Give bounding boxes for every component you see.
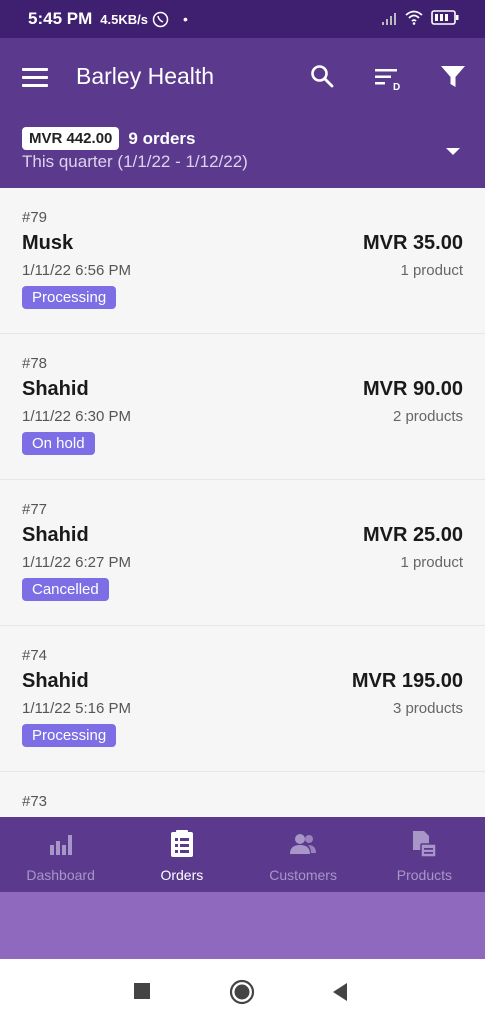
system-nav-bar: [0, 959, 485, 1024]
order-total: MVR 35.00: [362, 232, 463, 254]
back-icon[interactable]: [328, 980, 352, 1004]
status-time: 5:45 PM: [28, 9, 93, 28]
status-bar: 5:45 PM 4.5KB/s •: [0, 0, 485, 38]
order-total: MVR 195.00: [351, 670, 463, 692]
nav-label: Customers: [269, 867, 337, 883]
app-bar: Barley Health D MVR 442.00 9 orders This…: [0, 38, 485, 188]
nav-dashboard[interactable]: Dashboard: [0, 817, 121, 892]
status-badge: Cancelled: [22, 578, 109, 601]
battery-icon: [431, 10, 459, 30]
order-list-item[interactable]: #79 Musk 1/11/22 6:56 PM Processing MVR …: [0, 188, 485, 334]
bottom-band: [0, 892, 485, 959]
total-amount-chip: MVR 442.00: [22, 127, 120, 150]
order-list-item[interactable]: #73: [0, 772, 485, 817]
order-number: #77: [22, 501, 48, 518]
order-number: #73: [22, 793, 48, 810]
order-total: MVR 25.00: [362, 524, 463, 546]
search-icon[interactable]: [305, 59, 339, 93]
order-list-item[interactable]: #78 Shahid 1/11/22 6:30 PM On hold MVR 9…: [0, 334, 485, 480]
product-count: 2 products: [392, 408, 463, 425]
nav-label: Orders: [160, 867, 204, 883]
status-badge: Processing: [22, 724, 117, 747]
order-date: 1/11/22 6:56 PM: [22, 262, 131, 279]
order-date: 1/11/22 5:16 PM: [22, 700, 131, 717]
product-count: 1 product: [400, 554, 463, 571]
nav-orders[interactable]: Orders: [121, 817, 242, 892]
recents-icon[interactable]: [130, 979, 154, 1003]
status-badge: On hold: [22, 432, 95, 455]
wifi-icon: [404, 10, 424, 30]
nav-label: Products: [396, 867, 452, 883]
svg-text:D: D: [393, 82, 400, 91]
order-list[interactable]: #79 Musk 1/11/22 6:56 PM Processing MVR …: [0, 188, 485, 817]
order-date: 1/11/22 6:27 PM: [22, 554, 131, 571]
order-total: MVR 90.00: [362, 378, 463, 400]
customer-name: Shahid: [22, 378, 89, 400]
signal-icon: [381, 11, 397, 30]
nav-label: Dashboard: [26, 867, 95, 883]
bar-chart-icon: [48, 829, 74, 859]
order-number: #78: [22, 355, 48, 372]
notification-dot: •: [182, 11, 188, 27]
nav-customers[interactable]: Customers: [243, 817, 364, 892]
order-count: 9 orders: [128, 128, 196, 148]
products-icon: [411, 829, 438, 859]
order-number: #74: [22, 647, 48, 664]
date-range: This quarter (1/1/22 - 1/12/22): [22, 152, 248, 171]
nav-products[interactable]: Products: [364, 817, 485, 892]
product-count: 3 products: [392, 700, 463, 717]
order-number: #79: [22, 209, 48, 226]
filter-icon[interactable]: [436, 59, 470, 93]
order-list-item[interactable]: #77 Shahid 1/11/22 6:27 PM Cancelled MVR…: [0, 480, 485, 626]
status-icons: [381, 10, 459, 30]
network-speed: 4.5KB/s: [100, 11, 148, 27]
menu-icon[interactable]: [22, 62, 54, 92]
order-list-item[interactable]: #74 Shahid 1/11/22 5:16 PM Processing MV…: [0, 626, 485, 772]
app-title: Barley Health: [76, 63, 215, 89]
customer-name: Shahid: [22, 524, 89, 546]
bottom-nav: Dashboard Orders Customers Products: [0, 817, 485, 892]
summary-row: MVR 442.00 9 orders: [22, 127, 195, 150]
customer-name: Shahid: [22, 670, 89, 692]
customer-name: Musk: [22, 232, 74, 254]
orders-list-icon: [170, 829, 194, 859]
order-date: 1/11/22 6:30 PM: [22, 408, 131, 425]
viber-icon: [152, 11, 169, 28]
status-badge: Processing: [22, 286, 117, 309]
chevron-down-icon[interactable]: [438, 140, 468, 164]
home-icon[interactable]: [228, 978, 256, 1006]
customers-icon: [289, 829, 317, 859]
sort-icon[interactable]: D: [371, 61, 405, 95]
product-count: 1 product: [400, 262, 463, 279]
